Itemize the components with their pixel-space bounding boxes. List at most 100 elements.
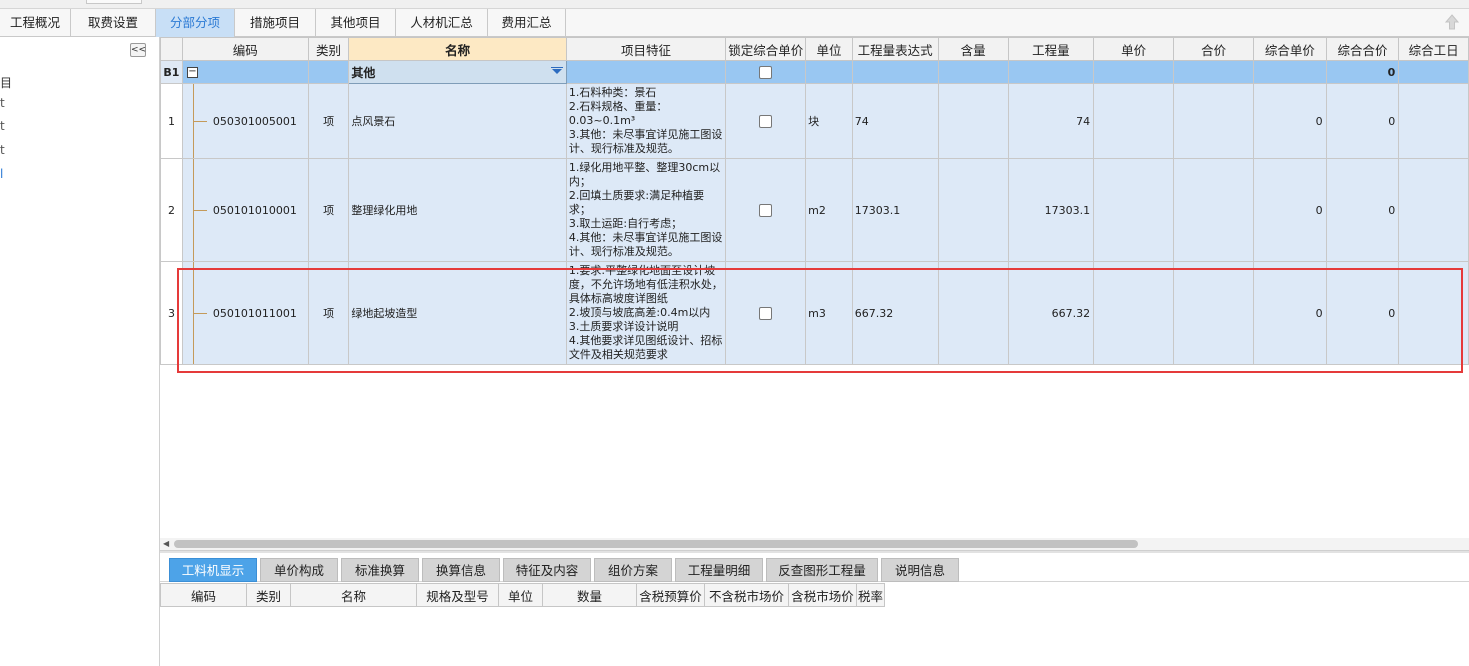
col-header-quantity[interactable]: 工程量	[1007, 37, 1095, 61]
unit-price-cell[interactable]	[1093, 261, 1175, 365]
res-col-unit[interactable]: 单位	[498, 583, 543, 607]
lock-price-cell[interactable]	[725, 158, 807, 262]
expression-cell[interactable]: 17303.1	[851, 158, 939, 262]
comp-unit-price-cell[interactable]: 0	[1253, 158, 1327, 262]
tab-measures[interactable]: 措施项目	[235, 9, 316, 37]
move-up-arrow-icon[interactable]	[1445, 14, 1459, 30]
lock-price-cell[interactable]	[725, 261, 807, 365]
quantity-cell[interactable]: 74	[1007, 83, 1095, 159]
col-header-comp-total[interactable]: 综合合价	[1325, 37, 1400, 61]
horizontal-scrollbar[interactable]: ◀	[160, 538, 1469, 550]
content-cell[interactable]	[937, 261, 1009, 365]
table-cell[interactable]	[1398, 60, 1469, 84]
tab-project-overview[interactable]: 工程概况	[0, 9, 71, 37]
col-header-category[interactable]: 类别	[307, 37, 350, 61]
category-cell[interactable]: 项	[307, 261, 350, 365]
dropdown-arrow-icon[interactable]	[551, 69, 562, 74]
group-row[interactable]: B1 − 其他 0	[160, 60, 1469, 84]
table-cell[interactable]	[1093, 60, 1175, 84]
lock-price-checkbox[interactable]	[759, 114, 773, 128]
res-col-quantity[interactable]: 数量	[542, 583, 637, 607]
col-header-comp-unit-price[interactable]: 综合单价	[1253, 37, 1327, 61]
quantity-cell[interactable]: 667.32	[1007, 261, 1095, 365]
tab-sub-items[interactable]: 分部分项	[156, 9, 235, 37]
col-header-code[interactable]: 编码	[181, 37, 309, 61]
comp-workdays-cell[interactable]	[1398, 83, 1469, 159]
comp-workdays-cell[interactable]	[1398, 261, 1469, 365]
col-header-comp-workdays[interactable]: 综合工日	[1398, 37, 1469, 61]
col-header-lock-price[interactable]: 锁定综合单价	[725, 37, 807, 61]
name-cell[interactable]: 绿地起坡造型	[348, 261, 567, 365]
features-cell[interactable]: 1.石料种类：景石 2.石料规格、重量：0.03~0.1m³ 3.其他：未尽事宜…	[565, 83, 727, 159]
comp-unit-price-cell[interactable]: 0	[1253, 261, 1327, 365]
group-toggle-cell[interactable]: −	[181, 60, 309, 84]
group-total-cell[interactable]: 0	[1325, 60, 1400, 84]
col-header-expression[interactable]: 工程量表达式	[851, 37, 939, 61]
tab-description-info[interactable]: 说明信息	[881, 558, 959, 582]
tab-quantity-details[interactable]: 工程量明细	[675, 558, 763, 582]
expression-cell[interactable]: 74	[851, 83, 939, 159]
tree-item[interactable]: t	[0, 96, 5, 110]
tree-item[interactable]: 目	[0, 74, 12, 91]
comp-total-cell[interactable]: 0	[1325, 261, 1400, 365]
col-header-price[interactable]: 合价	[1173, 37, 1255, 61]
unit-cell[interactable]: 块	[805, 83, 853, 159]
table-cell[interactable]	[851, 60, 939, 84]
tab-labor-material-summary[interactable]: 人材机汇总	[396, 9, 488, 37]
unit-cell[interactable]: m2	[805, 158, 853, 262]
lock-price-cell[interactable]	[725, 60, 807, 84]
scrollbar-thumb[interactable]	[174, 540, 1138, 548]
name-cell[interactable]: 整理绿化用地	[348, 158, 567, 262]
tree-item-selected[interactable]: l	[0, 167, 3, 181]
col-header-unit[interactable]: 单位	[805, 37, 853, 61]
table-row[interactable]: 3 050101011001 项 绿地起坡造型 1.要求:平整绿化地面至设计坡度…	[160, 261, 1469, 365]
res-col-code[interactable]: 编码	[160, 583, 247, 607]
comp-total-cell[interactable]: 0	[1325, 158, 1400, 262]
col-header-unit-price[interactable]: 单价	[1093, 37, 1175, 61]
tab-standard-conversion[interactable]: 标准换算	[341, 558, 419, 582]
group-name-cell[interactable]: 其他	[348, 60, 567, 84]
table-cell[interactable]	[565, 60, 727, 84]
tab-unit-price-composition[interactable]: 单价构成	[260, 558, 338, 582]
tab-fee-settings[interactable]: 取费设置	[71, 9, 156, 37]
unit-price-cell[interactable]	[1093, 158, 1175, 262]
comp-workdays-cell[interactable]	[1398, 158, 1469, 262]
code-cell[interactable]: 050101010001	[181, 158, 309, 262]
category-cell[interactable]: 项	[307, 158, 350, 262]
tab-conversion-info[interactable]: 换算信息	[422, 558, 500, 582]
tab-fee-summary[interactable]: 费用汇总	[488, 9, 566, 37]
content-cell[interactable]	[937, 158, 1009, 262]
table-cell[interactable]	[1173, 60, 1255, 84]
table-cell[interactable]	[805, 60, 853, 84]
res-col-tax-rate[interactable]: 税率	[856, 583, 885, 607]
features-cell[interactable]: 1.绿化用地平整、整理30cm以内； 2.回填土质要求:满足种植要求； 3.取土…	[565, 158, 727, 262]
code-cell[interactable]: 050101011001	[181, 261, 309, 365]
col-header-name[interactable]: 名称	[348, 37, 567, 61]
tab-reverse-graphic-quantity[interactable]: 反查图形工程量	[766, 558, 878, 582]
name-cell[interactable]: 点风景石	[348, 83, 567, 159]
unit-price-cell[interactable]	[1093, 83, 1175, 159]
code-cell[interactable]: 050301005001	[181, 83, 309, 159]
category-cell[interactable]: 项	[307, 83, 350, 159]
res-col-tax-market-price[interactable]: 含税市场价	[788, 583, 857, 607]
lock-price-checkbox[interactable]	[759, 65, 773, 79]
table-row[interactable]: 2 050101010001 项 整理绿化用地 1.绿化用地平整、整理30cm以…	[160, 158, 1469, 262]
res-col-tax-budget-price[interactable]: 含税预算价	[636, 583, 705, 607]
tab-labor-material-display[interactable]: 工料机显示	[169, 558, 257, 582]
res-col-category[interactable]: 类别	[246, 583, 291, 607]
collapse-minus-icon[interactable]: −	[186, 67, 198, 78]
res-col-name[interactable]: 名称	[290, 583, 417, 607]
collapse-panel-button[interactable]: <<	[130, 43, 146, 57]
tab-pricing-scheme[interactable]: 组价方案	[594, 558, 672, 582]
lock-price-checkbox[interactable]	[759, 203, 773, 217]
features-cell[interactable]: 1.要求:平整绿化地面至设计坡度，不允许场地有低洼积水处，具体标高坡度详图纸 2…	[565, 261, 727, 365]
comp-total-cell[interactable]: 0	[1325, 83, 1400, 159]
table-cell[interactable]	[937, 60, 1009, 84]
lock-price-cell[interactable]	[725, 83, 807, 159]
col-header-features[interactable]: 项目特征	[565, 37, 727, 61]
tab-features-content[interactable]: 特征及内容	[503, 558, 591, 582]
unit-cell[interactable]: m3	[805, 261, 853, 365]
table-cell[interactable]	[307, 60, 350, 84]
table-row[interactable]: 1 050301005001 项 点风景石 1.石料种类：景石 2.石料规格、重…	[160, 83, 1469, 159]
tree-item[interactable]: t	[0, 143, 5, 157]
